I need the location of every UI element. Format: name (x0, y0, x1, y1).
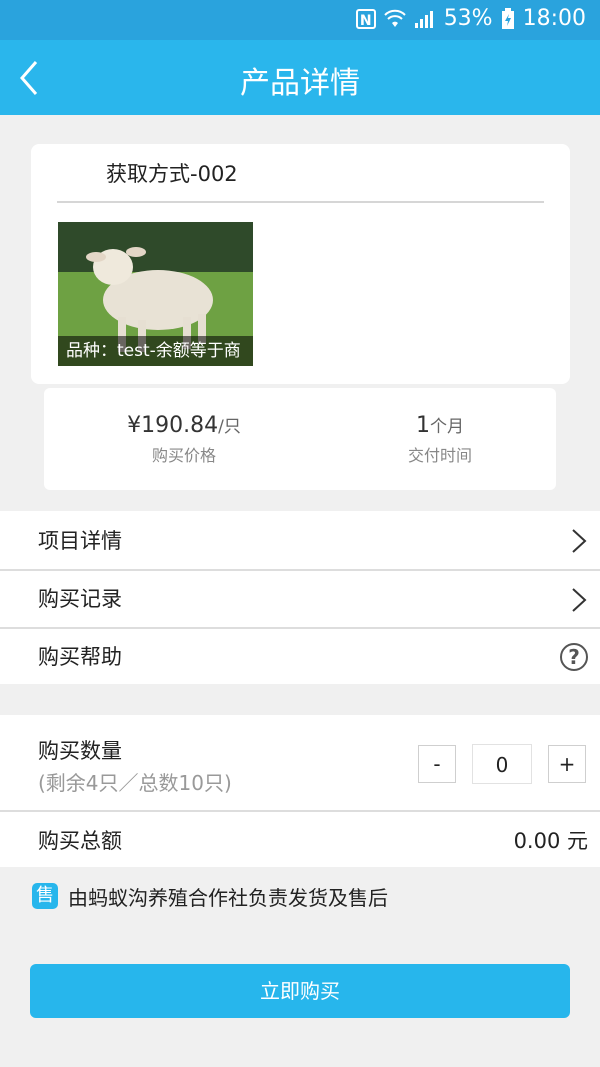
total-row: 购买总额 0.00 元 (0, 812, 600, 867)
product-card: 获取方式-002 品种：test-余额等于商 (31, 144, 570, 384)
purchase-help-label: 购买帮助 (38, 645, 122, 669)
battery-charging-icon (501, 7, 515, 30)
purchase-records-row[interactable]: 购买记录 (0, 571, 600, 627)
price-label: 购买价格 (151, 446, 216, 465)
help-question-icon[interactable]: ? (560, 643, 588, 671)
decrease-quantity-button[interactable]: - (418, 745, 456, 783)
price-info-box: ¥190.84/只 购买价格 1个月 交付时间 (44, 388, 556, 490)
quantity-row: 购买数量 (剩余4只／总数10只) - 0 + (0, 715, 600, 810)
clock: 18:00 (522, 6, 586, 31)
app-bar: 产品详情 (0, 40, 600, 115)
status-icons: N 53% 18:00 (355, 6, 586, 31)
total-amount: 0.00 元 (513, 829, 588, 853)
variety-caption: 品种：test-余额等于商 (58, 336, 253, 366)
seller-note: 由蚂蚁沟养殖合作社负责发货及售后 (68, 886, 388, 910)
quantity-label: 购买数量 (38, 739, 122, 763)
price-column: ¥190.84/只 购买价格 (74, 412, 294, 466)
battery-percent: 53% (443, 6, 493, 31)
nfc-icon: N (355, 8, 376, 29)
delivery-column: 1个月 交付时间 (330, 412, 550, 466)
purchase-help-row[interactable]: 购买帮助 ? (0, 629, 600, 684)
purchase-records-label: 购买记录 (38, 587, 122, 611)
acquisition-method: 获取方式-002 (106, 162, 238, 186)
chevron-right-icon (572, 529, 587, 553)
price-value: ¥190.84/只 (127, 413, 241, 438)
buy-now-button[interactable]: 立即购买 (30, 964, 570, 1018)
sale-badge-icon: 售 (32, 883, 58, 909)
increase-quantity-button[interactable]: + (548, 745, 586, 783)
card-divider (57, 201, 544, 203)
delivery-value: 1个月 (416, 413, 464, 438)
remaining-stock: (剩余4只／总数10只) (38, 771, 232, 795)
delivery-label: 交付时间 (407, 446, 472, 465)
signal-icon (414, 9, 436, 29)
product-image[interactable]: 品种：test-余额等于商 (58, 222, 253, 366)
project-details-label: 项目详情 (38, 529, 122, 553)
status-bar: N 53% 18:00 (0, 0, 600, 40)
total-label: 购买总额 (38, 829, 122, 853)
wifi-icon (383, 9, 406, 29)
quantity-input[interactable]: 0 (472, 744, 532, 784)
page-title: 产品详情 (240, 66, 360, 101)
chevron-right-icon (572, 588, 587, 612)
project-details-row[interactable]: 项目详情 (0, 511, 600, 569)
